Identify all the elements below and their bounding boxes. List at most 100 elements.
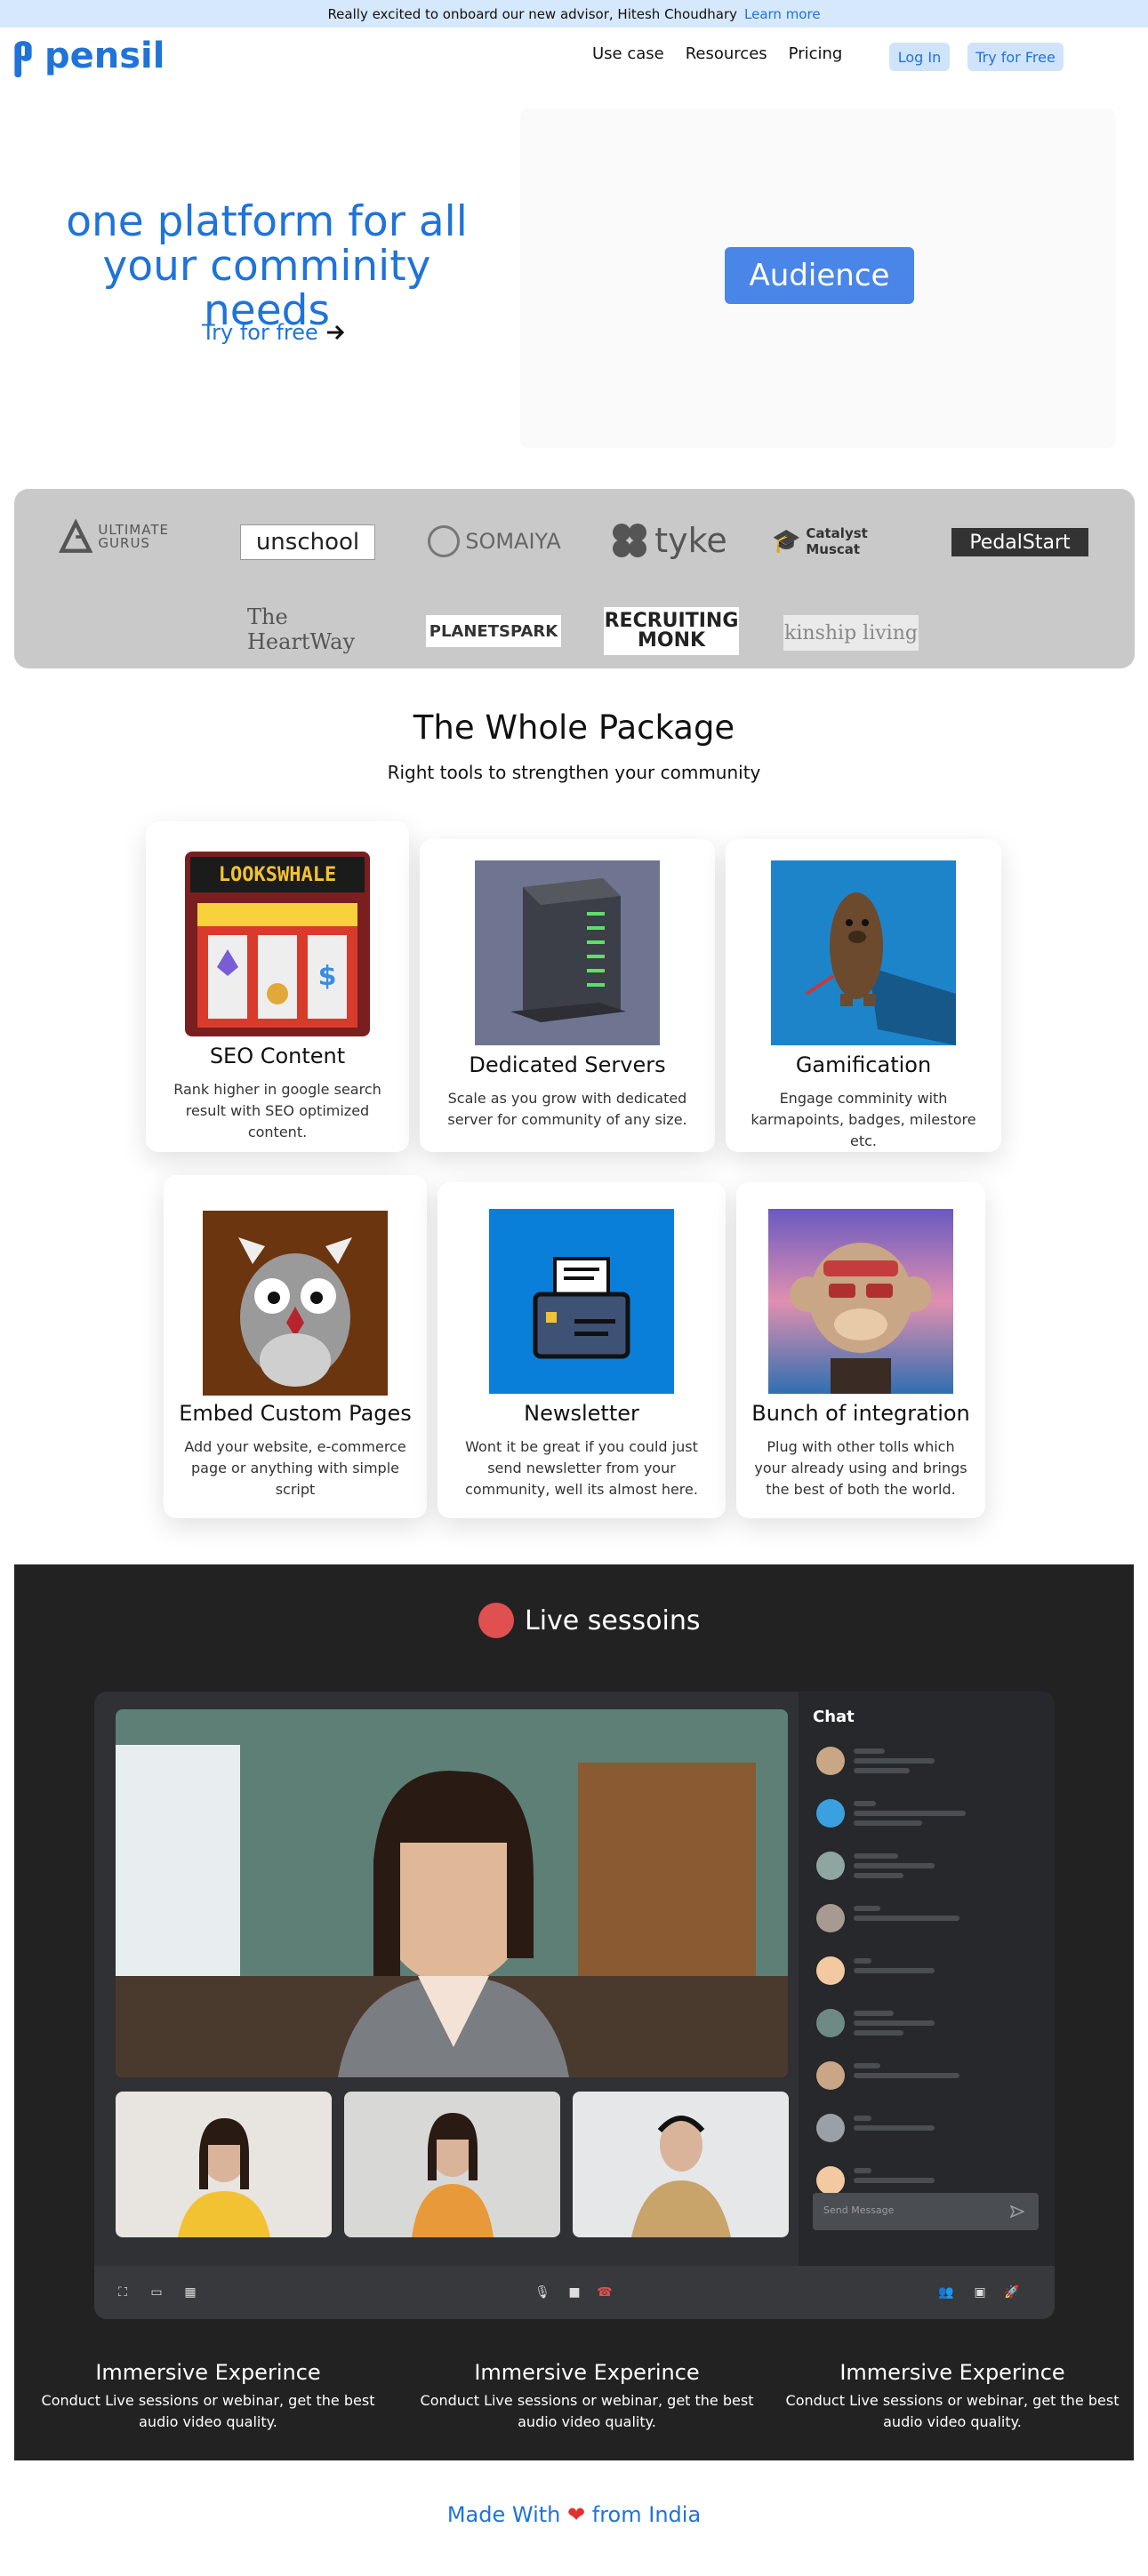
graduation-cap-icon: 🎓 xyxy=(772,528,801,555)
avatar xyxy=(816,1956,845,1985)
avatar xyxy=(816,2061,845,2090)
card-desc: Rank higher in google search result with… xyxy=(173,1081,381,1140)
nav-item-resources[interactable]: Resources xyxy=(686,44,767,63)
brand-name: pensil xyxy=(44,36,165,76)
logo-tyke: tyke xyxy=(606,516,731,565)
svg-text:$: $ xyxy=(318,961,337,992)
chat-message-skeleton xyxy=(816,1850,1039,1882)
chat-line-placeholder xyxy=(854,2178,935,2183)
camera-icon[interactable]: ■ xyxy=(567,2285,582,2300)
brand-logo[interactable]: pensil xyxy=(11,34,165,78)
feature-title: Immersive Experince xyxy=(839,2360,1065,2385)
arrow-right-icon xyxy=(326,324,344,340)
chat-line-placeholder xyxy=(854,1801,876,1806)
chat-line-placeholder xyxy=(854,2073,959,2078)
footer-text-after: from India xyxy=(591,2502,702,2527)
chat-line-placeholder xyxy=(854,2011,894,2016)
send-icon[interactable] xyxy=(1010,2205,1024,2218)
feature-card-embed[interactable]: Embed Custom Pages Add your website, e-c… xyxy=(164,1175,427,1518)
live-feature-1: Immersive Experince Conduct Live session… xyxy=(39,2360,377,2433)
chat-message-skeleton xyxy=(816,2007,1039,2039)
chat-line-placeholder xyxy=(854,1758,935,1764)
live-sessions-title: Live sessoins xyxy=(478,1603,700,1638)
nav-item-use-case[interactable]: Use case xyxy=(592,44,664,63)
chat-line-placeholder xyxy=(854,1916,959,1921)
login-button[interactable]: Log In xyxy=(889,43,950,71)
hero-cta-link[interactable]: Try for free xyxy=(202,320,345,345)
chat-line-placeholder xyxy=(854,1906,880,1911)
avatar xyxy=(816,1799,845,1828)
slot-sign-text: LOOKSWHALE xyxy=(219,864,336,886)
main-nav: Use case Resources Pricing xyxy=(592,44,842,63)
feature-desc: Conduct Live sessions or webinar, get th… xyxy=(785,2392,1120,2430)
logo-kinship-living: kinship living xyxy=(783,615,919,651)
layout-icon[interactable]: ▦ xyxy=(183,2285,197,2300)
participant-video-tile-1[interactable] xyxy=(116,2092,332,2237)
send-message-input[interactable]: Send Message xyxy=(813,2193,1039,2230)
avatar xyxy=(816,2009,845,2037)
feature-card-servers[interactable]: Dedicated Servers Scale as you grow with… xyxy=(420,839,715,1152)
participant-video-tile-3[interactable] xyxy=(573,2092,789,2237)
screen-share-icon[interactable]: ▭ xyxy=(149,2285,164,2300)
rocket-icon[interactable]: 🚀 xyxy=(1004,2285,1019,2300)
participant-2-video-icon xyxy=(344,2092,560,2237)
server-tower-art-icon xyxy=(475,860,660,1045)
feature-card-newsletter[interactable]: Newsletter Wont it be great if you could… xyxy=(438,1182,726,1518)
chat-toggle-icon[interactable]: ▣ xyxy=(973,2285,987,2300)
card-title: Newsletter xyxy=(524,1401,639,1426)
feature-desc: Conduct Live sessions or webinar, get th… xyxy=(420,2392,754,2430)
bean-character-art-icon xyxy=(771,860,956,1045)
chat-message-skeleton xyxy=(816,1902,1039,1934)
chat-line-placeholder xyxy=(854,1853,898,1859)
avatar xyxy=(816,2166,845,2195)
feature-card-seo[interactable]: LOOKSWHALE $ SEO Content Rank higher in … xyxy=(146,821,409,1152)
chat-line-placeholder xyxy=(854,2030,903,2036)
logo-recruiting-monk: RECRUITING MONK xyxy=(604,607,739,655)
call-toolbar: ⛶ ▭ ▦ 🎙 ■ ☎ 👥 ▣ 🚀 xyxy=(94,2266,1055,2319)
chat-line-placeholder xyxy=(854,1768,910,1773)
avatar xyxy=(816,1904,845,1932)
live-feature-2: Immersive Experince Conduct Live session… xyxy=(418,2360,756,2433)
participant-1-video-icon xyxy=(116,2092,332,2237)
participant-video-tile-2[interactable] xyxy=(344,2092,560,2237)
fullscreen-icon[interactable]: ⛶ xyxy=(116,2285,130,2300)
owl-character-art-icon xyxy=(203,1211,388,1396)
main-video-tile[interactable] xyxy=(116,1709,788,2077)
card-title: SEO Content xyxy=(209,1044,346,1068)
logo-pedal-start: PedalStart xyxy=(951,528,1088,556)
microphone-icon[interactable]: 🎙 xyxy=(534,2285,550,2300)
feature-card-gamification[interactable]: Gamification Engage comminity with karma… xyxy=(726,839,1001,1152)
chat-line-placeholder xyxy=(854,2020,935,2026)
chat-line-placeholder xyxy=(854,1873,903,1878)
feature-title: Immersive Experince xyxy=(95,2360,321,2385)
feature-card-integration[interactable]: Bunch of integration Plug with other tol… xyxy=(736,1182,985,1518)
card-desc: Scale as you grow with dedicated server … xyxy=(447,1090,687,1128)
logo-somaiya: SOMAIYA xyxy=(414,519,574,564)
banner-text: Really excited to onboard our new adviso… xyxy=(327,5,737,22)
chat-message-skeleton xyxy=(816,1745,1039,1777)
customer-logos: ULTIMATE GURUS unschool SOMAIYA tyke 🎓 C… xyxy=(14,489,1135,668)
end-call-icon[interactable]: ☎ xyxy=(597,2285,612,2300)
audience-button[interactable]: Audience xyxy=(725,247,914,304)
card-desc: Plug with other tolls which your already… xyxy=(754,1438,967,1498)
chat-message-skeleton xyxy=(816,2060,1039,2092)
learn-more-link[interactable]: Learn more xyxy=(744,6,821,22)
logo-heartway: The HeartWay xyxy=(247,604,356,654)
card-desc: Engage comminity with karmapoints, badge… xyxy=(751,1090,976,1149)
feature-title: Immersive Experince xyxy=(474,2360,700,2385)
card-desc: Add your website, e-commerce page or any… xyxy=(184,1438,406,1498)
nav-item-pricing[interactable]: Pricing xyxy=(789,44,843,63)
participant-3-video-icon xyxy=(573,2092,789,2237)
ape-nft-art-icon xyxy=(768,1209,953,1394)
heart-icon: ❤ xyxy=(567,2502,586,2527)
live-dot-icon xyxy=(478,1603,514,1638)
package-title: The Whole Package xyxy=(413,708,735,747)
card-title: Embed Custom Pages xyxy=(179,1401,412,1426)
package-subtitle: Right tools to strengthen your community xyxy=(387,762,761,783)
try-free-nav-button[interactable]: Try for Free xyxy=(967,43,1064,71)
avatar xyxy=(816,1747,845,1775)
chat-line-placeholder xyxy=(854,1863,935,1868)
send-message-placeholder: Send Message xyxy=(823,2204,895,2216)
participants-icon[interactable]: 👥 xyxy=(938,2285,953,2300)
slot-machine-art-icon: LOOKSWHALE $ xyxy=(185,852,370,1036)
